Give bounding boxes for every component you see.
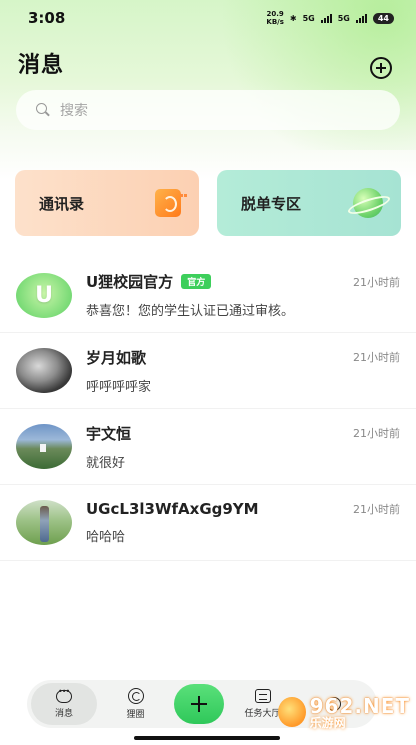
dating-zone-card-label: 脱单专区 (241, 194, 302, 213)
conversation-header: UGcL3l3WfAxGg9YM 21小时前 (86, 500, 400, 518)
tab-circle[interactable]: 狸圈 (103, 683, 169, 725)
plus-circle-icon[interactable] (370, 57, 392, 79)
conversation-preview: 就很好 (86, 455, 126, 471)
avatar-letter: U (35, 282, 53, 308)
conversation-body: U狸校园官方 官方 21小时前 恭喜您！您的学生认证已通过审核。 (86, 271, 400, 319)
conversation-name: 宇文恒 (86, 424, 132, 443)
avatar (16, 348, 72, 393)
conversation-time: 21小时前 (353, 427, 400, 440)
avatar (16, 500, 72, 545)
chat-bubble-icon (56, 687, 72, 703)
conversation-row[interactable]: 宇文恒 21小时前 就很好 (0, 409, 416, 485)
status-indicators: 20.9 KB/s ✱ 5G 5G 44 (266, 10, 394, 26)
avatar (16, 424, 72, 469)
planet-icon (353, 188, 383, 218)
page-title: 消息 (18, 53, 65, 78)
contacts-card-label: 通讯录 (39, 194, 85, 213)
conversation-name: U狸校园官方 (86, 273, 174, 291)
network-speed-value: 20.9 (266, 10, 284, 18)
conversation-body: 岁月如歌 21小时前 呼呼呼呼家 (86, 347, 400, 395)
create-post-button[interactable] (174, 684, 224, 724)
conversation-name-wrap: U狸校园官方 官方 (86, 271, 212, 292)
quick-cards: 通讯录 脱单专区 (15, 170, 401, 236)
conversation-name: 岁月如歌 (86, 348, 147, 367)
conversation-preview: 呼呼呼呼家 (86, 379, 152, 395)
conversation-list: U U狸校园官方 官方 21小时前 恭喜您！您的学生认证已通过审核。 岁月如歌 … (0, 258, 416, 561)
conversation-header: U狸校园官方 官方 21小时前 (86, 271, 400, 292)
watermark-small: 乐游网 (309, 715, 346, 730)
status-time: 3:08 (28, 9, 66, 27)
contact-book-icon (155, 189, 184, 217)
battery-indicator: 44 (372, 12, 394, 24)
search-placeholder: 搜索 (60, 103, 88, 119)
network-speed: 20.9 KB/s (266, 10, 283, 26)
avatar: U (16, 272, 72, 318)
watermark: 962.NET 乐游网 (278, 690, 410, 734)
conversation-header: 宇文恒 21小时前 (86, 423, 400, 444)
bluetooth-icon: ✱ (289, 13, 297, 23)
tab-label: 消息 (54, 708, 73, 719)
signal-icon (355, 13, 367, 23)
home-indicator[interactable] (134, 736, 280, 740)
conversation-preview: 哈哈哈 (86, 530, 126, 545)
conversation-preview: 恭喜您！您的学生认证已通过审核。 (86, 304, 295, 319)
search-icon (36, 103, 50, 117)
status-bar: 3:08 20.9 KB/s ✱ 5G 5G 44 (0, 0, 416, 36)
network-speed-unit: KB/s (266, 18, 284, 26)
conversation-body: UGcL3l3WfAxGg9YM 21小时前 哈哈哈 (86, 500, 400, 545)
signal-5g-label-1: 5G (302, 13, 315, 23)
circle-icon (127, 688, 144, 704)
tab-label: 任务大厅 (244, 709, 281, 719)
official-badge: 官方 (181, 274, 212, 289)
tab-label: 狸圈 (126, 710, 145, 720)
conversation-name: UGcL3l3WfAxGg9YM (86, 500, 259, 518)
conversation-time: 21小时前 (353, 503, 400, 516)
conversation-time: 21小时前 (353, 275, 400, 289)
conversation-row[interactable]: UGcL3l3WfAxGg9YM 21小时前 哈哈哈 (0, 485, 416, 561)
search-input[interactable]: 搜索 (16, 90, 400, 130)
tab-messages[interactable]: 消息 (31, 683, 97, 725)
watermark-logo-icon (278, 697, 306, 727)
conversation-row[interactable]: U U狸校园官方 官方 21小时前 恭喜您！您的学生认证已通过审核。 (0, 258, 416, 333)
conversation-body: 宇文恒 21小时前 就很好 (86, 423, 400, 471)
signal-5g-label-2: 5G (337, 13, 350, 23)
conversation-row[interactable]: 岁月如歌 21小时前 呼呼呼呼家 (0, 333, 416, 409)
signal-icon (320, 13, 332, 23)
conversation-time: 21小时前 (353, 351, 400, 364)
task-icon (254, 689, 271, 703)
dating-zone-card[interactable]: 脱单专区 (217, 170, 401, 236)
conversation-header: 岁月如歌 21小时前 (86, 347, 400, 368)
page-header: 消息 (18, 48, 392, 79)
watermark-text: 962.NET 乐游网 (310, 694, 410, 731)
contacts-card[interactable]: 通讯录 (15, 170, 199, 236)
